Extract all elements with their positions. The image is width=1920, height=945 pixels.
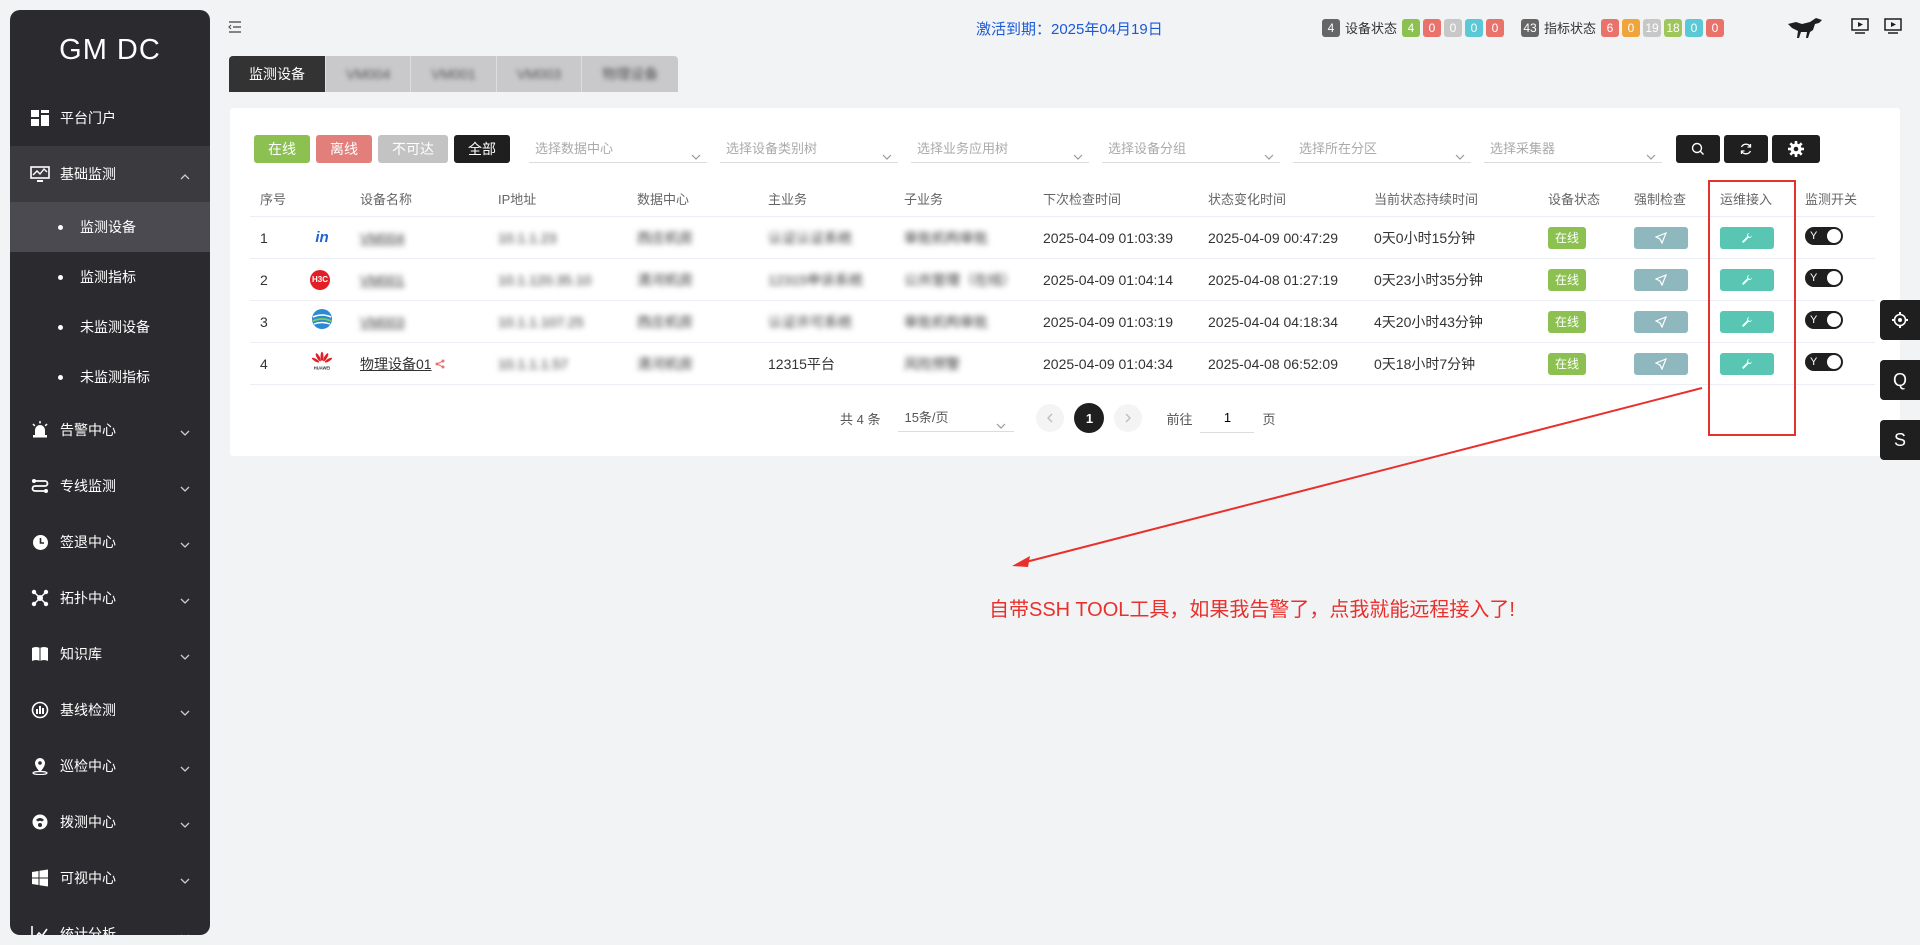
- annotation-arrow: [1012, 387, 1703, 567]
- floating-q-button[interactable]: Q: [1880, 360, 1920, 400]
- floating-s-button[interactable]: S: [1880, 420, 1920, 460]
- floating-settings-button[interactable]: [1880, 300, 1920, 340]
- annotation-text: 自带SSH TOOL工具，如果我告警了，点我就能远程接入了!: [989, 599, 1515, 621]
- gear-icon: [1892, 312, 1908, 328]
